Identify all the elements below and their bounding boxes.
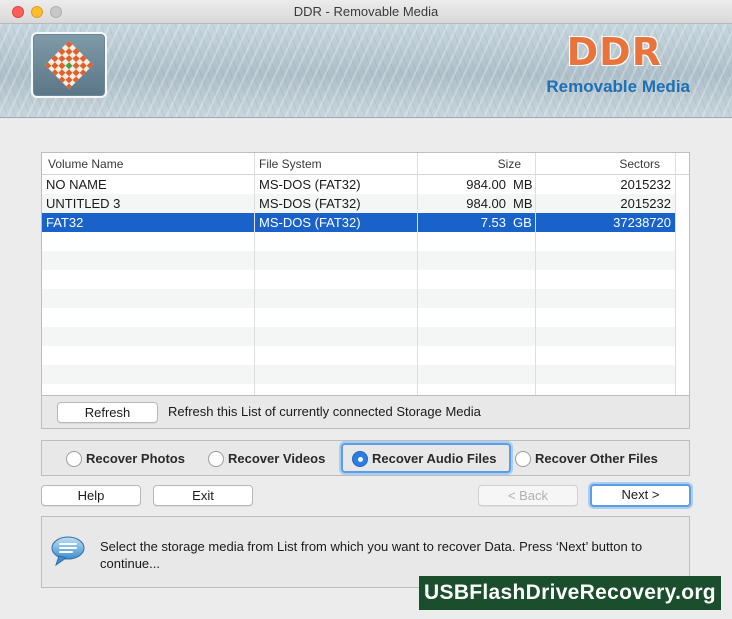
cell-file-system: MS-DOS (FAT32) [259, 177, 361, 192]
zoom-window-button[interactable] [50, 6, 62, 18]
header-banner: DDR Removable Media [0, 24, 732, 118]
table-row-selected[interactable]: FAT32 MS-DOS (FAT32) 7.53 GB 37238720 [42, 213, 676, 232]
recover-audio-label: Recover Audio Files [372, 451, 497, 466]
refresh-description: Refresh this List of currently connected… [168, 404, 481, 419]
recover-videos-label: Recover Videos [228, 451, 326, 466]
close-window-button[interactable] [12, 6, 24, 18]
radio-button-photos[interactable] [66, 451, 82, 467]
refresh-button[interactable]: Refresh [57, 402, 158, 423]
cell-size-unit: MB [513, 177, 533, 192]
table-row[interactable]: NO NAME MS-DOS (FAT32) 984.00 MB 2015232 [42, 175, 676, 194]
cell-volume-name: FAT32 [46, 215, 84, 230]
exit-button[interactable]: Exit [153, 485, 253, 506]
empty-row [42, 327, 676, 346]
column-header-file-system[interactable]: File System [255, 153, 415, 175]
recover-other-label: Recover Other Files [535, 451, 658, 466]
cell-size: 984.00 [466, 177, 506, 192]
cell-volume-name: UNTITLED 3 [46, 196, 121, 211]
cell-sectors: 37238720 [613, 215, 671, 230]
column-divider[interactable] [417, 153, 418, 395]
cell-size: 984.00 [466, 196, 506, 211]
cell-size-unit: MB [513, 196, 533, 211]
empty-row [42, 251, 676, 270]
column-header-size[interactable]: Size [418, 153, 525, 175]
brand-subtitle: Removable Media [546, 77, 690, 96]
empty-row [42, 365, 676, 384]
main-content: Volume Name File System Size Sectors NO … [0, 118, 732, 619]
help-button[interactable]: Help [41, 485, 141, 506]
app-logo [31, 32, 107, 98]
back-button[interactable]: < Back [478, 485, 578, 506]
info-message: Select the storage media from List from … [100, 539, 643, 571]
cell-volume-name: NO NAME [46, 177, 107, 192]
recovery-type-options: Recover Photos Recover Videos Recover Au… [41, 440, 690, 476]
next-button[interactable]: Next > [590, 484, 691, 507]
radio-button-other[interactable] [515, 451, 531, 467]
column-divider[interactable] [254, 153, 255, 395]
speech-bubble-icon [51, 536, 85, 567]
table-row[interactable]: UNTITLED 3 MS-DOS (FAT32) 984.00 MB 2015… [42, 194, 676, 213]
checkered-diamond-icon [45, 41, 93, 89]
column-divider[interactable] [675, 153, 676, 395]
minimize-window-button[interactable] [31, 6, 43, 18]
empty-row [42, 289, 676, 308]
table-header: Volume Name File System Size Sectors [42, 153, 689, 175]
radio-button-videos[interactable] [208, 451, 224, 467]
watermark-banner: USBFlashDriveRecovery.org [419, 576, 721, 610]
cell-sectors: 2015232 [620, 196, 671, 211]
cell-file-system: MS-DOS (FAT32) [259, 196, 361, 211]
column-header-volume-name[interactable]: Volume Name [44, 153, 254, 175]
cell-size-unit: GB [513, 215, 532, 230]
column-header-sectors[interactable]: Sectors [536, 153, 664, 175]
cell-size: 7.53 [480, 215, 506, 230]
cell-file-system: MS-DOS (FAT32) [259, 215, 361, 230]
brand-name: DDR [566, 30, 662, 74]
refresh-panel: Refresh Refresh this List of currently c… [41, 395, 690, 429]
column-divider[interactable] [535, 153, 536, 395]
storage-media-table[interactable]: Volume Name File System Size Sectors NO … [41, 152, 690, 396]
radio-button-audio-selected[interactable] [352, 451, 368, 467]
recover-photos-label: Recover Photos [86, 451, 185, 466]
window-titlebar: DDR - Removable Media [0, 0, 732, 24]
cell-sectors: 2015232 [620, 177, 671, 192]
window-title: DDR - Removable Media [293, 4, 439, 19]
